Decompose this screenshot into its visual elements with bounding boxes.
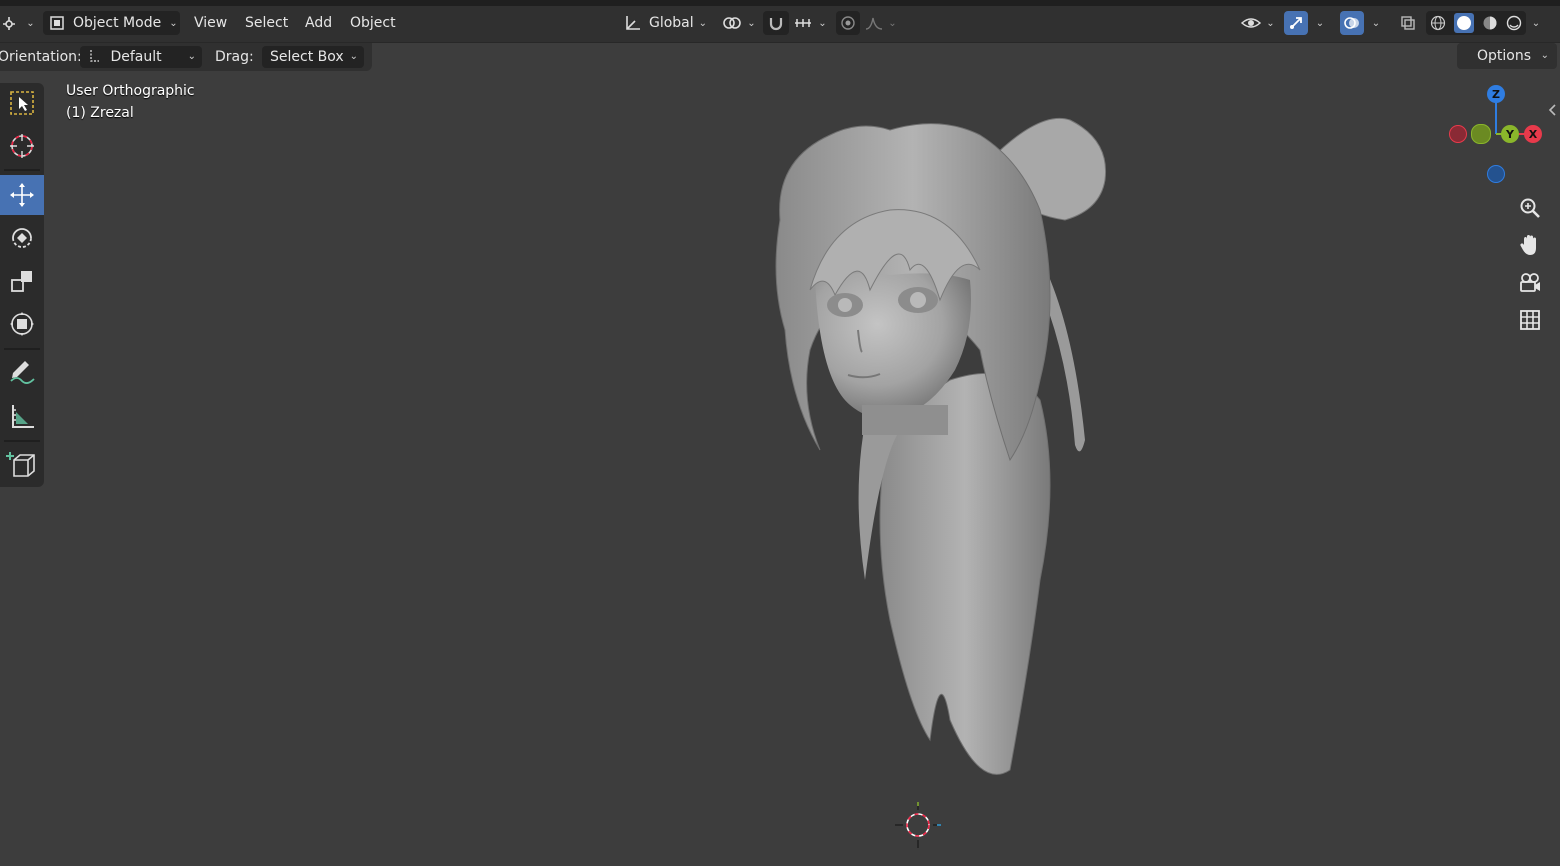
rendered-sphere-icon <box>1506 15 1522 31</box>
overlays-dropdown[interactable]: ⌄ <box>1366 11 1386 35</box>
shading-dropdown[interactable]: ⌄ <box>1528 11 1544 35</box>
gizmo-y-axis[interactable]: Y <box>1501 125 1519 143</box>
xray-toggle[interactable] <box>1396 11 1420 35</box>
snap-target-dropdown[interactable]: ⌄ <box>790 11 830 35</box>
tool-move[interactable] <box>0 175 44 215</box>
orientation-value: Default <box>110 49 162 65</box>
options-button[interactable]: Options ⌄ <box>1457 43 1557 69</box>
orientation-label: Global <box>648 15 694 31</box>
tool-measure[interactable] <box>0 396 44 436</box>
toolbar-separator <box>4 348 40 350</box>
menu-select[interactable]: Select <box>239 12 294 34</box>
zoom-button[interactable] <box>1513 191 1547 225</box>
gizmo-z-axis[interactable]: Z <box>1487 85 1505 103</box>
gizmo-neg-x[interactable] <box>1449 125 1467 143</box>
object-visibility-dropdown[interactable]: ⌄ <box>1237 11 1279 35</box>
camera-view-button[interactable] <box>1513 266 1547 300</box>
overlays-toggle[interactable] <box>1340 11 1364 35</box>
tool-scale[interactable] <box>0 261 44 301</box>
toggle-perspective-button[interactable] <box>1513 303 1547 337</box>
drag-label-text: Drag: <box>215 49 254 65</box>
snap-increment-icon <box>795 19 812 27</box>
solid-sphere-icon <box>1457 16 1471 30</box>
transform-icon <box>10 312 34 336</box>
camera-icon <box>1520 273 1540 292</box>
falloff-curve-icon <box>866 17 883 30</box>
scale-icon <box>11 271 32 292</box>
magnet-icon <box>769 18 783 31</box>
menu-view[interactable]: View <box>188 12 233 34</box>
editor-type-icon <box>3 17 16 30</box>
grid-icon <box>1520 310 1540 330</box>
tool-select-box[interactable] <box>0 83 44 123</box>
eye-icon <box>1241 18 1262 28</box>
menu-add[interactable]: Add <box>299 12 338 34</box>
tool-transform[interactable] <box>0 304 44 344</box>
menu-object[interactable]: Object <box>344 12 402 34</box>
tool-cursor[interactable] <box>0 126 44 166</box>
gizmo-x-axis[interactable]: X <box>1524 125 1542 143</box>
shading-solid-button[interactable] <box>1454 13 1474 33</box>
tool-rotate[interactable] <box>0 218 44 258</box>
head-sculpt-model <box>775 117 1107 775</box>
material-sphere-icon <box>1483 16 1497 30</box>
gizmo-neg-z[interactable] <box>1487 165 1505 183</box>
proportional-edit-icon <box>841 16 855 30</box>
annotate-pencil-icon <box>10 361 35 384</box>
tool-annotate[interactable] <box>0 353 44 393</box>
cursor-3d-icon <box>10 134 34 158</box>
pivot-link-icon <box>723 17 742 29</box>
object-mode-icon <box>50 16 64 30</box>
drag-value: Select Box <box>270 49 344 65</box>
navigation-gizmo[interactable]: Y X Z <box>1440 80 1550 190</box>
gizmo-neg-y[interactable] <box>1471 124 1491 144</box>
toolbar <box>0 83 44 487</box>
pan-hand-icon <box>1520 235 1536 255</box>
toolbar-separator <box>4 169 40 171</box>
orientation-axes-icon <box>626 16 640 30</box>
editor-type-button[interactable]: ⌄ <box>2 11 36 35</box>
snap-toggle[interactable] <box>763 11 789 35</box>
rotate-icon <box>12 228 32 248</box>
orientation-default-icon <box>90 50 99 62</box>
toolbar-separator <box>4 440 40 442</box>
wireframe-sphere-icon <box>1430 15 1446 31</box>
shading-material-button[interactable] <box>1482 15 1498 31</box>
viewport-header: ⌄ Object Mode ⌄ View Select Add Object G… <box>0 6 1560 43</box>
falloff-dropdown[interactable]: ⌄ <box>862 11 900 35</box>
add-cube-icon <box>6 452 35 477</box>
tool-settings-header: Orientation: Default ⌄ Drag: Select Box … <box>0 43 372 71</box>
gizmo-toggle[interactable] <box>1284 11 1308 35</box>
orientation-dropdown[interactable]: Default ⌄ <box>80 46 202 68</box>
pivot-point-dropdown[interactable]: ⌄ <box>720 11 758 35</box>
view-name-label: User Orthographic <box>66 83 195 99</box>
3d-cursor <box>895 802 941 848</box>
shading-rendered-button[interactable] <box>1506 15 1522 31</box>
move-arrows-icon <box>10 183 34 207</box>
measure-ruler-icon <box>12 405 34 428</box>
shading-wireframe-button[interactable] <box>1430 15 1446 31</box>
select-box-icon <box>10 91 34 115</box>
gizmo-arrow-icon <box>1290 17 1302 29</box>
transform-orientation-dropdown[interactable]: Global ⌄ <box>617 11 713 35</box>
zoom-icon <box>1520 198 1540 218</box>
pan-button[interactable] <box>1513 228 1547 262</box>
overlays-icon <box>1344 17 1359 29</box>
proportional-edit-toggle[interactable] <box>836 11 860 35</box>
mode-dropdown[interactable]: Object Mode ⌄ <box>43 11 180 35</box>
object-info-label: (1) Zrezal <box>66 105 134 121</box>
xray-icon <box>1401 16 1415 30</box>
drag-dropdown[interactable]: Select Box ⌄ <box>262 46 364 68</box>
mode-label: Object Mode <box>73 15 162 31</box>
tool-add-cube[interactable] <box>0 445 44 485</box>
shading-mode-group <box>1426 11 1526 35</box>
orientation-label-text: Orientation: <box>0 49 82 65</box>
options-label: Options <box>1477 48 1532 64</box>
gizmo-dropdown[interactable]: ⌄ <box>1310 11 1330 35</box>
